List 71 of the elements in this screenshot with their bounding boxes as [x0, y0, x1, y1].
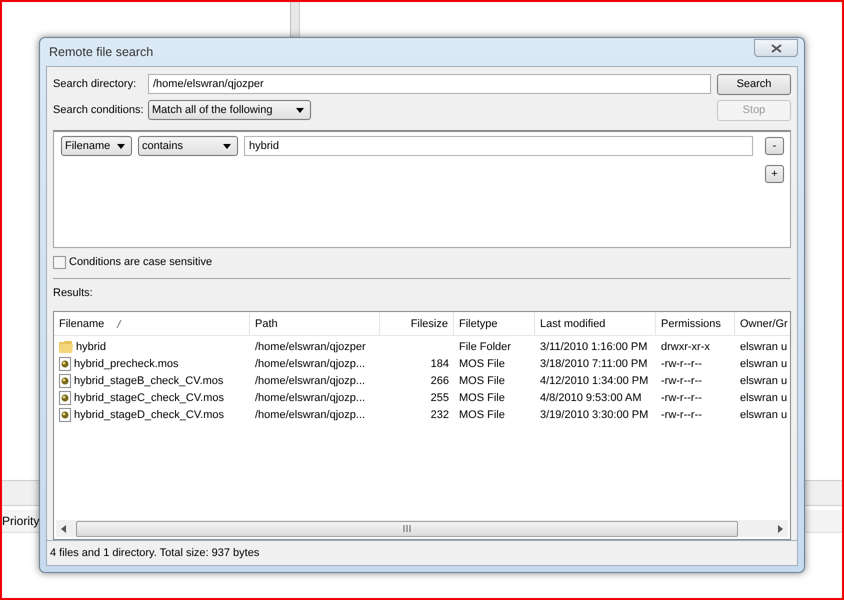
add-condition-button[interactable]: +	[765, 165, 784, 183]
file-icon	[59, 374, 71, 388]
column-header: Priority	[2, 514, 40, 528]
table-cell: 184	[430, 358, 449, 370]
table-cell: elswran u	[740, 340, 788, 352]
directory-field[interactable]: /home/elswran/qjozper	[148, 74, 711, 94]
column-header[interactable]: Permissions	[656, 312, 735, 335]
results-label: Results:	[53, 287, 94, 301]
table-cell: elswran u	[740, 374, 788, 386]
table-cell: MOS File	[459, 408, 505, 420]
filename-cell[interactable]: hybrid_stageD_check_CV.mos	[74, 408, 224, 420]
field-dropdown[interactable]: Filename	[61, 136, 132, 156]
filename-cell[interactable]: hybrid	[76, 340, 106, 352]
table-cell: 3/11/2010 1:16:00 PM	[540, 340, 648, 352]
checkbox-label: Conditions are case sensitive	[69, 256, 212, 268]
status-text: 4 files and 1 directory. Total size: 937 bytes	[50, 547, 260, 559]
filename-cell[interactable]: hybrid_precheck.mos	[74, 358, 179, 370]
table-cell: -rw-r--r--	[661, 392, 702, 404]
table-cell: File Folder	[459, 340, 511, 352]
scroll-left-icon[interactable]	[61, 524, 66, 532]
table-cell: /home/elswran/qjozp...	[255, 392, 366, 404]
table-cell: MOS File	[459, 358, 505, 370]
table-cell: /home/elswran/qjozp...	[255, 408, 366, 420]
column-header[interactable]: Path	[250, 312, 380, 335]
table-cell: elswran u	[740, 392, 788, 404]
table-cell: -rw-r--r--	[661, 374, 702, 386]
operator-dropdown[interactable]: contains	[138, 136, 238, 156]
table-cell: /home/elswran/qjozp...	[255, 358, 366, 370]
column-header[interactable]: Owner/Gr	[735, 312, 790, 335]
close-button[interactable]	[754, 39, 798, 57]
scroll-right-icon[interactable]	[778, 524, 783, 532]
close-icon	[770, 44, 782, 52]
table-cell: 4/12/2010 1:34:00 PM	[540, 374, 648, 386]
remove-condition-button[interactable]: -	[765, 137, 784, 155]
column-header[interactable]: Filetype	[454, 312, 535, 335]
table-cell: -rw-r--r--	[661, 358, 702, 370]
table-cell: 3/18/2010 7:11:00 PM	[540, 358, 648, 370]
file-icon	[59, 356, 71, 370]
window-title: Remote file search	[48, 45, 154, 59]
table-cell: 4/8/2010 9:53:00 AM	[540, 392, 642, 404]
filename-cell[interactable]: hybrid_stageB_check_CV.mos	[74, 374, 224, 386]
table-cell: 3/19/2010 3:30:00 PM	[540, 408, 648, 420]
grip-icon	[402, 525, 412, 532]
filename-cell[interactable]: hybrid_stageC_check_CV.mos	[74, 392, 224, 404]
match-dropdown[interactable]: Match all of the following	[148, 100, 311, 120]
sort-indicator-icon	[116, 320, 122, 328]
checkbox[interactable]	[53, 256, 66, 268]
file-icon	[59, 408, 71, 422]
field-label: Search conditions:	[53, 104, 144, 116]
condition-value-field[interactable]: hybrid	[244, 136, 753, 156]
table-cell: 232	[430, 408, 449, 420]
table-cell: /home/elswran/qjozp...	[255, 374, 366, 386]
table-cell: 266	[430, 374, 449, 386]
caret-icon	[223, 144, 231, 148]
table-cell: MOS File	[459, 392, 505, 404]
table-cell: drwxr-xr-x	[661, 340, 710, 352]
field-label: Search directory:	[53, 78, 138, 90]
column-header[interactable]: Filesize	[380, 312, 454, 335]
search-button[interactable]: Search	[717, 74, 791, 94]
caret-icon	[296, 108, 304, 112]
caret-icon	[117, 144, 125, 148]
table-cell: elswran u	[740, 408, 788, 420]
table-cell: MOS File	[459, 374, 505, 386]
column-header[interactable]: Last modified	[535, 312, 656, 335]
file-icon	[59, 390, 71, 404]
column-header[interactable]: Filename	[54, 312, 250, 335]
table-cell: /home/elswran/qjozper	[255, 340, 366, 352]
table-cell: elswran u	[740, 358, 788, 370]
table-cell: -rw-r--r--	[661, 408, 702, 420]
folder-icon	[59, 340, 73, 353]
table-cell: 255	[430, 392, 449, 404]
